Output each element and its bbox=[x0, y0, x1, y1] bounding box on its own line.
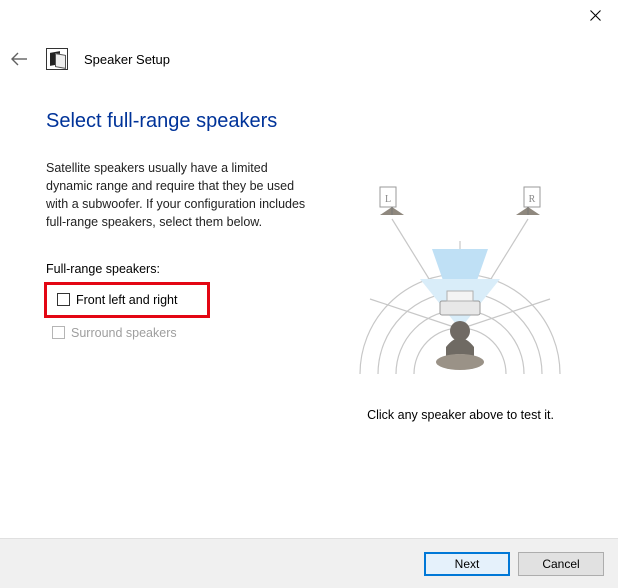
diagram-speaker-left-label: L bbox=[385, 194, 391, 205]
test-hint: Click any speaker above to test it. bbox=[367, 408, 554, 422]
back-arrow-icon bbox=[10, 52, 28, 66]
diagram-speaker-left bbox=[380, 187, 404, 215]
checkbox-icon bbox=[57, 293, 70, 306]
fullrange-group-label: Full-range speakers: bbox=[46, 262, 306, 276]
checkbox-surround: Surround speakers bbox=[46, 322, 306, 344]
wizard-title: Speaker Setup bbox=[84, 52, 170, 67]
wizard-header: Speaker Setup bbox=[8, 48, 610, 70]
cancel-button-label: Cancel bbox=[542, 557, 579, 571]
checkbox-front-lr[interactable]: Front left and right bbox=[51, 289, 203, 311]
highlight-annotation: Front left and right bbox=[44, 282, 210, 318]
speaker-setup-wizard: Speaker Setup Select full-range speakers… bbox=[0, 0, 618, 588]
close-icon bbox=[590, 10, 601, 21]
intro-text: Satellite speakers usually have a limite… bbox=[46, 159, 306, 232]
checkbox-icon bbox=[52, 326, 65, 339]
close-button[interactable] bbox=[572, 0, 618, 30]
page-heading: Select full-range speakers bbox=[46, 110, 594, 133]
diagram-column: L R bbox=[326, 179, 594, 379]
wizard-footer: Next Cancel bbox=[0, 538, 618, 588]
titlebar bbox=[0, 0, 618, 32]
back-button[interactable] bbox=[8, 48, 30, 70]
speaker-diagram[interactable]: L R bbox=[350, 179, 570, 379]
speaker-setup-icon bbox=[46, 48, 68, 70]
speaker-layout-icon: L R bbox=[350, 179, 570, 379]
next-button-label: Next bbox=[455, 557, 480, 571]
options-column: Satellite speakers usually have a limite… bbox=[46, 159, 306, 344]
diagram-speaker-right-label: R bbox=[529, 194, 536, 205]
checkbox-label: Surround speakers bbox=[71, 326, 177, 340]
cancel-button[interactable]: Cancel bbox=[518, 552, 604, 576]
checkbox-label: Front left and right bbox=[76, 293, 177, 307]
next-button[interactable]: Next bbox=[424, 552, 510, 576]
wizard-body: Select full-range speakers Satellite spe… bbox=[46, 100, 594, 532]
